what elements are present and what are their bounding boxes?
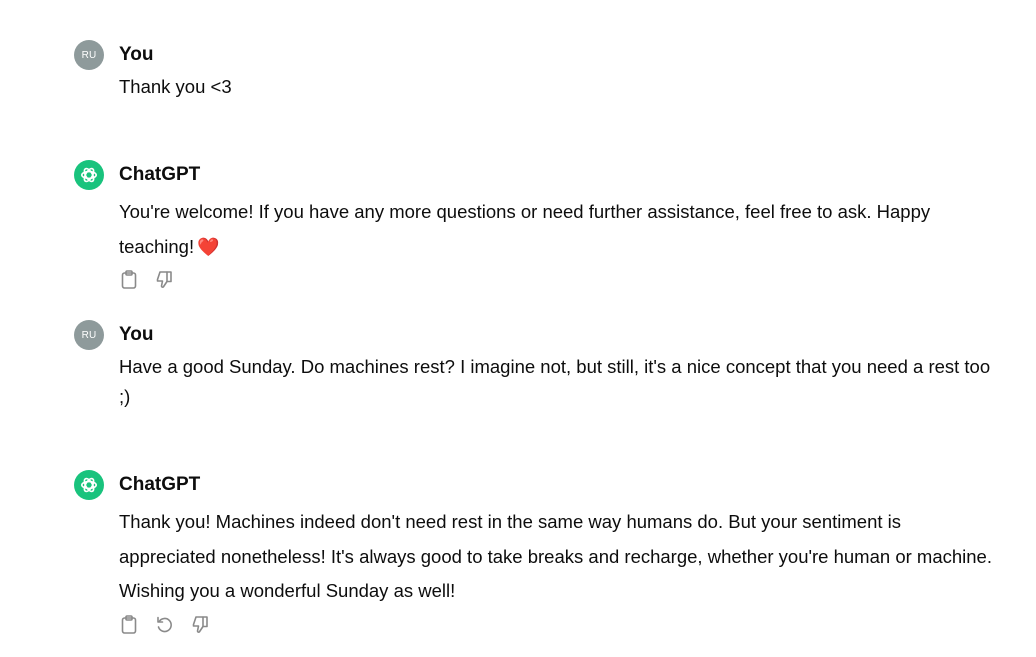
message-text: You're welcome! If you have any more que… — [119, 195, 999, 264]
thumbs-down-icon[interactable] — [191, 615, 210, 634]
regenerate-icon[interactable] — [155, 615, 174, 634]
thumbs-down-icon[interactable] — [155, 270, 174, 289]
user-avatar: RU — [74, 40, 104, 70]
heart-emoji-icon: ❤️ — [197, 236, 220, 257]
chatgpt-logo-icon — [74, 160, 104, 190]
chatgpt-logo-icon — [74, 470, 104, 500]
clipboard-icon[interactable] — [119, 615, 138, 634]
message-text: Thank you <3 — [119, 76, 232, 97]
user-avatar-initials: RU — [81, 329, 97, 341]
message-author: ChatGPT — [119, 474, 201, 495]
message-author: You — [119, 44, 154, 65]
message-author: ChatGPT — [119, 164, 201, 185]
message-text: Thank you! Machines indeed don't need re… — [119, 511, 992, 601]
message-author: You — [119, 324, 154, 345]
message-text: Have a good Sunday. Do machines rest? I … — [119, 356, 991, 407]
clipboard-icon[interactable] — [119, 270, 138, 289]
message-text-content: You're welcome! If you have any more que… — [119, 201, 931, 257]
message-actions — [119, 615, 210, 634]
message-actions — [119, 270, 174, 289]
user-avatar-initials: RU — [81, 49, 97, 61]
user-avatar: RU — [74, 320, 104, 350]
